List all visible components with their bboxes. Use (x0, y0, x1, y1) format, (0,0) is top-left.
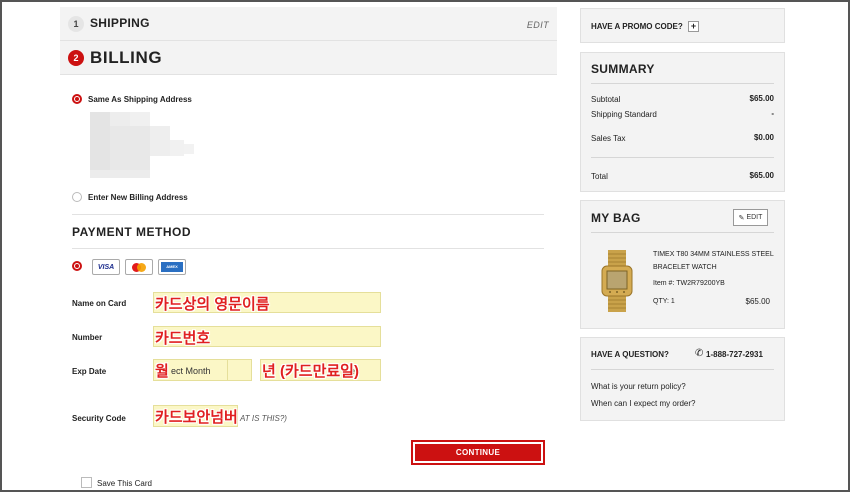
phone-icon: ✆ (695, 348, 704, 359)
visa-card-icon: VISA (92, 259, 120, 275)
watch-product-image (601, 250, 633, 312)
subtotal-value: $65.00 (749, 94, 774, 103)
sales-tax-label: Sales Tax (591, 134, 626, 143)
bag-item-price: $65.00 (745, 297, 770, 306)
question-panel: HAVE A QUESTION? ✆ 1-888-727-2931 What i… (580, 337, 785, 421)
exp-year-annotation: 년 (카드만료일) (262, 363, 359, 380)
enter-new-address-label: Enter New Billing Address (88, 193, 188, 202)
summary-title: SUMMARY (591, 62, 655, 76)
exp-month-annotation: 월 (155, 363, 169, 380)
billing-step-header: 2 BILLING (60, 41, 557, 75)
return-policy-link[interactable]: What is your return policy? (591, 382, 686, 391)
security-code-annotation: 카드보안넘버 (155, 409, 238, 426)
bag-item-name-line1[interactable]: TIMEX T80 34MM STAINLESS STEEL (653, 251, 774, 258)
bag-item-number: Item #: TW2R79200YB (653, 280, 725, 287)
shipping-step-header[interactable]: 1 SHIPPING EDIT (60, 7, 557, 41)
my-bag-title: MY BAG (591, 211, 641, 225)
mastercard-icon (125, 259, 153, 275)
name-on-card-annotation: 카드상의 영문이름 (155, 296, 270, 313)
amex-card-icon: AMEX (158, 259, 186, 275)
card-number-annotation: 카드번호 (155, 330, 211, 347)
promo-code-title: HAVE A PROMO CODE? (591, 22, 683, 31)
enter-new-address-radio[interactable] (72, 192, 82, 202)
shipping-value: - (771, 109, 774, 118)
sales-tax-value: $0.00 (753, 133, 774, 142)
save-card-label: Save This Card (97, 479, 152, 488)
name-on-card-label: Name on Card (72, 299, 127, 308)
support-phone[interactable]: 1-888-727-2931 (706, 350, 763, 359)
bag-item-qty: QTY: 1 (653, 298, 675, 305)
divider (72, 214, 544, 215)
summary-panel: SUMMARY Subtotal $65.00 Shipping Standar… (580, 52, 785, 192)
what-is-this-link[interactable]: AT IS THIS?) (240, 414, 287, 423)
bag-edit-button[interactable]: ✎ EDIT (733, 209, 768, 226)
billing-step-title: BILLING (90, 48, 163, 67)
exp-month-value: ect Month (171, 366, 211, 376)
divider (72, 248, 544, 249)
plus-icon[interactable]: + (688, 21, 699, 32)
my-bag-panel: MY BAG ✎ EDIT TIMEX T80 34MM STAINLESS S… (580, 200, 785, 329)
save-card-checkbox[interactable] (81, 477, 92, 488)
bag-item-name-line2[interactable]: BRACELET WATCH (653, 264, 717, 271)
same-as-shipping-label: Same As Shipping Address (88, 95, 192, 104)
question-title: HAVE A QUESTION? (591, 350, 669, 359)
card-payment-radio[interactable] (72, 261, 82, 271)
security-code-label: Security Code (72, 414, 126, 423)
payment-method-title: PAYMENT METHOD (72, 225, 192, 239)
same-as-shipping-radio[interactable] (72, 94, 82, 104)
card-number-label: Number (72, 333, 103, 342)
continue-button[interactable]: CONTINUE (411, 440, 545, 465)
shipping-step-title: SHIPPING (90, 16, 150, 30)
shipping-label: Shipping Standard (591, 110, 657, 119)
total-label: Total (591, 172, 608, 181)
shipping-edit-link[interactable]: EDIT (527, 20, 549, 30)
step-number-1: 1 (68, 16, 84, 32)
subtotal-label: Subtotal (591, 95, 621, 104)
order-timing-link[interactable]: When can I expect my order? (591, 399, 696, 408)
exp-date-label: Exp Date (72, 367, 107, 376)
pencil-icon: ✎ (738, 214, 745, 222)
promo-code-panel[interactable]: HAVE A PROMO CODE? + (580, 8, 785, 43)
total-value: $65.00 (749, 171, 774, 180)
step-number-2: 2 (68, 50, 84, 66)
